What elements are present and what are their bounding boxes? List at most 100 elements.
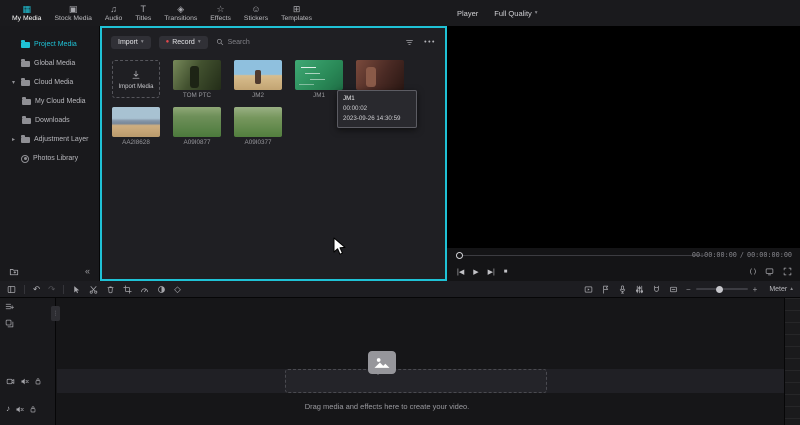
drag-hint-text: Drag media and effects here to create yo…: [57, 402, 717, 411]
tab-my-media[interactable]: ▦ My Media: [12, 5, 41, 22]
step-forward-icon[interactable]: ▶|: [488, 268, 495, 276]
media-thumbnail[interactable]: [295, 60, 343, 90]
zoom-control: − +: [686, 285, 757, 294]
step-backward-icon[interactable]: |◀: [457, 268, 464, 276]
lock-track-icon[interactable]: [34, 377, 42, 385]
mute-track-icon[interactable]: [15, 405, 24, 414]
seek-bar[interactable]: [463, 255, 705, 256]
chevron-right-icon[interactable]: ▸: [10, 136, 17, 143]
track-area[interactable]: Drag media and effects here to create yo…: [57, 298, 785, 425]
zoom-slider[interactable]: [696, 288, 748, 290]
voiceover-mic-icon[interactable]: [618, 285, 627, 294]
my-media-icon: ▦: [22, 5, 31, 14]
transport-controls: |◀ ▶ ▶| ■: [457, 268, 507, 276]
media-thumbnail[interactable]: [112, 107, 160, 137]
media-thumbnail[interactable]: [173, 107, 221, 137]
display-icon[interactable]: [765, 267, 774, 276]
sidebar-item-cloud-media[interactable]: ▾ Cloud Media: [0, 73, 99, 92]
chevron-down-icon[interactable]: ▾: [10, 79, 17, 86]
sidebar-item-label: My Cloud Media: [35, 98, 86, 105]
fullscreen-icon[interactable]: [783, 267, 792, 276]
sidebar-item-my-cloud-media[interactable]: My Cloud Media: [0, 92, 99, 111]
media-item[interactable]: AA2I8628: [112, 107, 160, 147]
media-item-label: A09I0377: [234, 139, 282, 147]
color-icon[interactable]: [157, 285, 166, 294]
audio-icon: ♫: [110, 5, 117, 14]
audio-track-icon[interactable]: ♪: [6, 405, 10, 413]
render-preview-icon[interactable]: [584, 285, 593, 294]
zoom-slider-knob[interactable]: [716, 286, 723, 293]
media-panel-toggle-icon[interactable]: [7, 285, 16, 294]
tab-titles[interactable]: T Titles: [135, 5, 151, 22]
photos-library-icon: [21, 155, 29, 163]
sidebar-item-photos-library[interactable]: Photos Library: [0, 149, 99, 168]
panel-resize-handle[interactable]: ⋮: [51, 306, 60, 321]
marker-flag-icon[interactable]: [601, 285, 610, 294]
snap-magnet-icon[interactable]: [652, 285, 661, 294]
media-thumbnail[interactable]: [356, 60, 404, 90]
meter-toggle[interactable]: Meter ▴: [769, 286, 793, 293]
fit-timeline-icon[interactable]: [669, 285, 678, 294]
search-placeholder: Search: [228, 39, 250, 46]
delete-icon[interactable]: [106, 285, 115, 294]
stop-icon[interactable]: ■: [504, 269, 508, 275]
keyframe-icon[interactable]: ◇: [174, 285, 181, 294]
tab-label: Stock Media: [54, 15, 91, 22]
timecode-display: 00:00:00:00 / 00:00:00:00: [692, 251, 792, 259]
sort-icon[interactable]: [405, 38, 414, 47]
video-track-icon[interactable]: [6, 377, 15, 386]
compound-clip-icon[interactable]: [5, 319, 14, 328]
playhead-handle[interactable]: [456, 252, 463, 259]
tab-audio[interactable]: ♫ Audio: [105, 5, 122, 22]
tab-transitions[interactable]: ◈ Transitions: [164, 5, 197, 22]
quality-dropdown[interactable]: Full Quality ▾: [494, 9, 537, 18]
sidebar-item-label: Cloud Media: [34, 79, 73, 86]
search-input[interactable]: Search: [216, 38, 250, 46]
folder-icon: [21, 137, 30, 143]
redo-icon[interactable]: ↷: [48, 285, 55, 294]
sidebar-item-project-media[interactable]: Project Media: [0, 35, 99, 54]
chevron-up-icon: ▴: [790, 286, 793, 292]
sidebar-item-global-media[interactable]: Global Media: [0, 54, 99, 73]
audio-track-header: ♪: [0, 399, 56, 419]
media-thumbnail[interactable]: [173, 60, 221, 90]
media-item[interactable]: A09I0377: [234, 107, 282, 147]
import-button[interactable]: Import ▾: [111, 36, 151, 49]
media-item[interactable]: A09I0877: [173, 107, 221, 147]
tab-effects[interactable]: ☆ Effects: [210, 5, 231, 22]
tab-templates[interactable]: ⊞ Templates: [281, 5, 312, 22]
undo-icon[interactable]: ↶: [33, 285, 40, 294]
video-editor-app: ▦ My Media ▣ Stock Media ♫ Audio T Title…: [0, 0, 800, 425]
zoom-out-icon[interactable]: −: [686, 285, 691, 294]
sidebar-item-adjustment-layer[interactable]: ▸ Adjustment Layer: [0, 130, 99, 149]
tab-stickers[interactable]: ☺ Stickers: [244, 5, 268, 22]
select-tool-icon[interactable]: [72, 285, 81, 294]
track-header-column: ♪: [0, 298, 56, 425]
media-drop-zone[interactable]: [285, 369, 547, 393]
media-item[interactable]: TOM PTC: [173, 60, 221, 100]
tab-stock-media[interactable]: ▣ Stock Media: [54, 5, 91, 22]
more-options-icon[interactable]: •••: [424, 39, 436, 46]
zoom-in-icon[interactable]: +: [753, 285, 758, 294]
effects-icon: ☆: [217, 5, 225, 14]
mixer-icon[interactable]: [635, 285, 644, 294]
media-thumbnail[interactable]: [234, 107, 282, 137]
folder-icon: [21, 61, 30, 67]
sidebar-item-downloads[interactable]: Downloads: [0, 111, 99, 130]
media-thumbnail[interactable]: [234, 60, 282, 90]
new-folder-icon[interactable]: [9, 267, 19, 276]
speed-icon[interactable]: [140, 285, 149, 294]
timeline-toolbar: ↶ ↷ ◇: [0, 281, 800, 298]
crop-icon[interactable]: [123, 285, 132, 294]
mute-track-icon[interactable]: [20, 377, 29, 386]
media-item[interactable]: JM2: [234, 60, 282, 100]
media-item[interactable]: JM1: [295, 60, 343, 100]
record-button[interactable]: ● Record ▾: [159, 36, 208, 49]
collapse-sidebar-icon[interactable]: «: [85, 267, 90, 276]
import-media-tile[interactable]: Import Media: [112, 60, 160, 98]
split-scissors-icon[interactable]: [89, 285, 98, 294]
manage-tracks-icon[interactable]: [5, 302, 14, 311]
lock-track-icon[interactable]: [29, 405, 37, 413]
play-icon[interactable]: ▶: [473, 268, 478, 276]
mark-in-out-icon[interactable]: ( ): [750, 268, 756, 275]
